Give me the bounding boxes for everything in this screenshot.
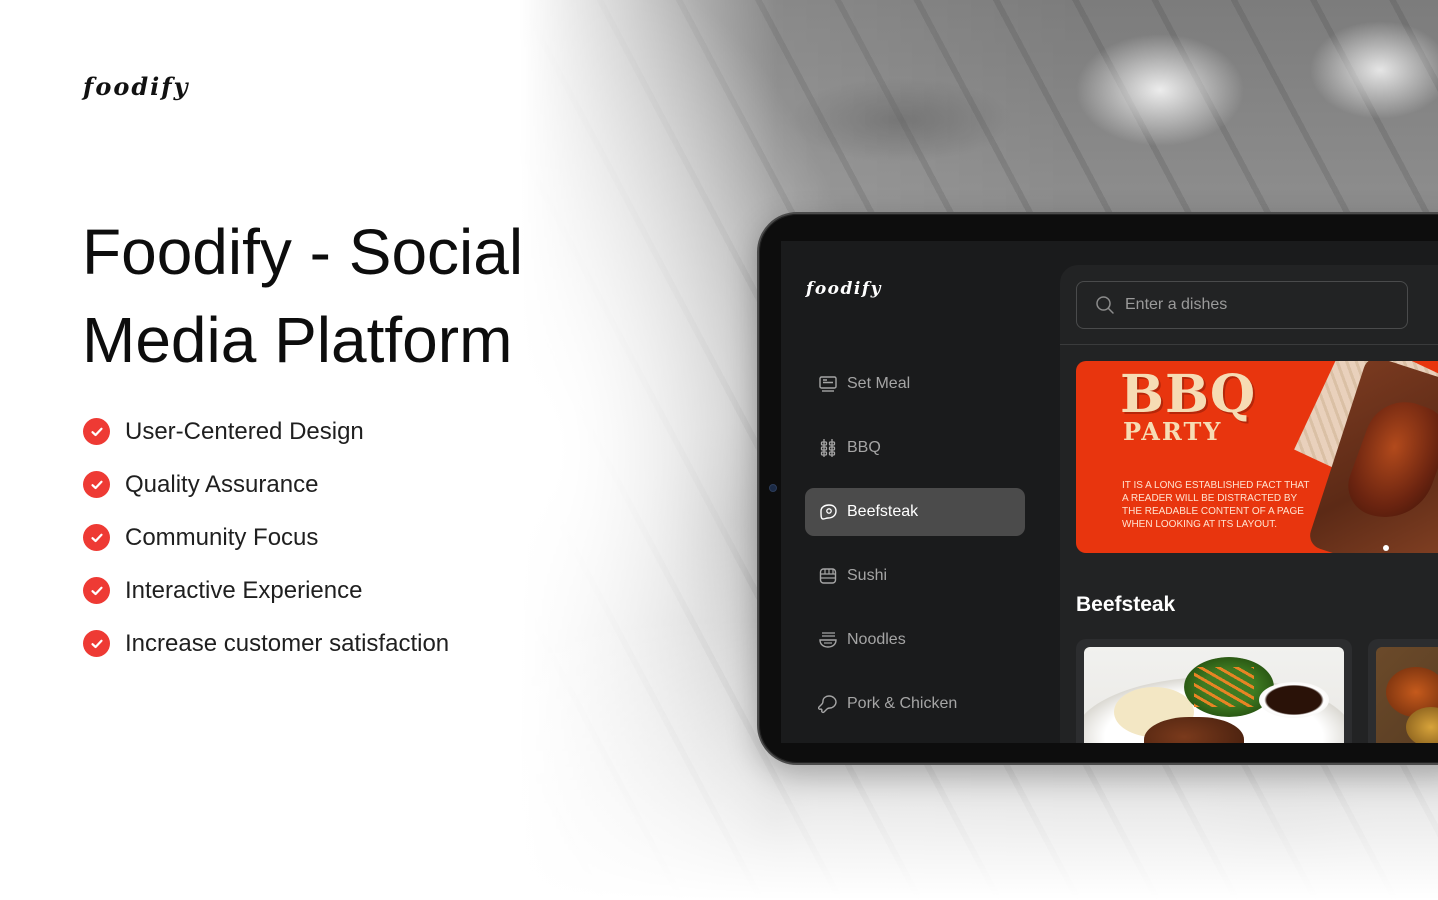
check-icon (83, 630, 110, 657)
sidebar-item-beefsteak[interactable]: Beefsteak (805, 488, 1025, 536)
banner-text: IT IS A LONG ESTABLISHED FACT THAT A REA… (1122, 480, 1310, 530)
sidebar-item-label: Pork & Chicken (847, 695, 958, 712)
app-logo[interactable]: foodify (806, 279, 882, 299)
feature-label: Interactive Experience (125, 576, 363, 604)
feature-label: Quality Assurance (125, 470, 319, 498)
search-icon (1096, 296, 1114, 314)
sidebar-item-pork-chicken[interactable]: Pork & Chicken (805, 680, 1025, 728)
sidebar-item-label: Set Meal (847, 375, 911, 392)
dish-image (1084, 647, 1344, 743)
sidebar-item-label: Noodles (847, 631, 906, 648)
tablet-camera (769, 484, 777, 492)
sushi-icon (817, 565, 839, 587)
bbq-skewer-icon (817, 437, 839, 459)
sidebar-item-bbq[interactable]: BBQ (805, 424, 1025, 472)
set-meal-icon (817, 373, 839, 395)
sidebar-item-label: Sushi (847, 567, 888, 584)
divider (1060, 344, 1438, 345)
feature-item: Community Focus (83, 511, 449, 564)
steak-icon (817, 501, 839, 523)
check-icon (83, 418, 110, 445)
search-input[interactable] (1125, 296, 1385, 314)
feature-item: User-Centered Design (83, 405, 449, 458)
feature-list: User-Centered Design Quality Assurance C… (83, 405, 449, 670)
sidebar-item-noodles[interactable]: Noodles (805, 616, 1025, 664)
main-content: BBQ PARTY IT IS A LONG ESTABLISHED FACT … (1060, 265, 1438, 743)
feature-item: Quality Assurance (83, 458, 449, 511)
check-icon (83, 577, 110, 604)
section-title: Beefsteak (1076, 593, 1176, 616)
brand-logo: foodify (83, 72, 190, 101)
sidebar-item-label: Beefsteak (847, 503, 919, 520)
sidebar-item-sushi[interactable]: Sushi (805, 552, 1025, 600)
carousel-dot[interactable] (1383, 545, 1389, 551)
promo-banner[interactable]: BBQ PARTY IT IS A LONG ESTABLISHED FACT … (1076, 361, 1438, 553)
dish-image (1376, 647, 1438, 743)
banner-subtitle: PARTY (1123, 417, 1223, 446)
search-bar[interactable] (1076, 281, 1408, 329)
sidebar-item-label: BBQ (847, 439, 881, 456)
noodle-bowl-icon (817, 629, 839, 651)
page-title: Foodify - Social Media Platform (82, 216, 524, 376)
check-icon (83, 471, 110, 498)
feature-label: Increase customer satisfaction (125, 629, 450, 657)
feature-label: Community Focus (125, 523, 319, 551)
feature-label: User-Centered Design (125, 417, 364, 445)
app-screen: foodify Set Meal BBQ Beefsteak Sushi Noo… (781, 241, 1438, 743)
check-icon (83, 524, 110, 551)
feature-item: Increase customer satisfaction (83, 617, 449, 670)
drumstick-icon (817, 693, 839, 715)
feature-item: Interactive Experience (83, 564, 449, 617)
banner-title: BBQ (1120, 364, 1257, 425)
sidebar-item-set-meal[interactable]: Set Meal (805, 360, 1025, 408)
dish-card[interactable] (1368, 639, 1438, 743)
dish-card[interactable] (1076, 639, 1352, 743)
